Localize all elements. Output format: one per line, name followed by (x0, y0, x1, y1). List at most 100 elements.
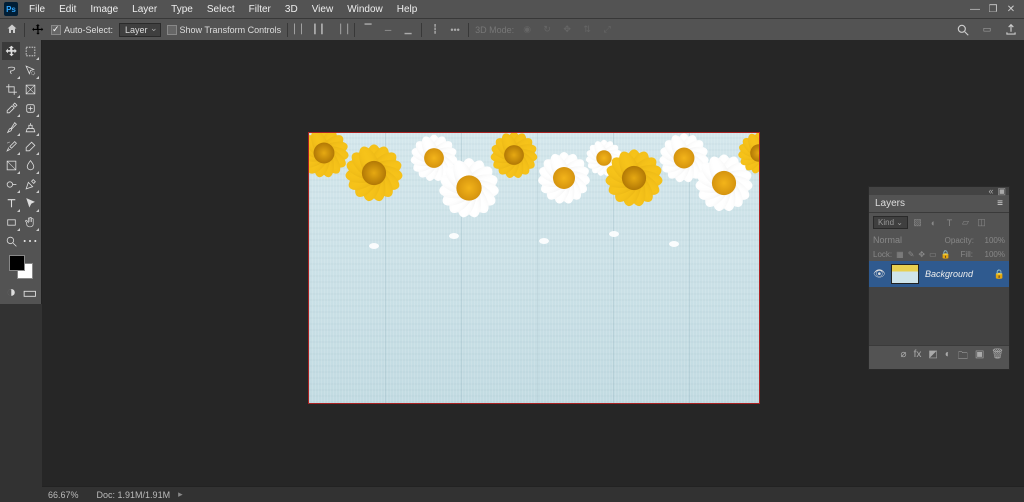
blur-tool[interactable] (21, 156, 39, 174)
edit-toolbar-icon[interactable]: ⋯ (21, 232, 39, 250)
zoom-tool[interactable] (2, 232, 20, 250)
move-tool[interactable] (2, 42, 20, 60)
align-left-icon[interactable]: ▏▏ (294, 23, 308, 37)
window-minimize-button[interactable]: — (966, 4, 984, 15)
menu-image[interactable]: Image (83, 4, 125, 15)
layer-visibility-icon[interactable]: 👁 (873, 269, 885, 280)
panel-close-icon[interactable]: ▣ (997, 186, 1006, 197)
menu-filter[interactable]: Filter (242, 4, 278, 15)
lock-position-icon[interactable]: ✥ (918, 250, 925, 259)
menu-select[interactable]: Select (200, 4, 242, 15)
gradient-tool[interactable] (2, 156, 20, 174)
checkbox-icon (167, 25, 177, 35)
quick-selection-tool[interactable] (21, 61, 39, 79)
align-center-h-icon[interactable]: ▎▎ (314, 23, 328, 37)
tool-panel: ⋯ ◑ ▭ (0, 40, 42, 304)
screen-mode-icon[interactable]: ▭ (23, 286, 37, 300)
doc-size-readout[interactable]: Doc: 1.91M/1.91M▸ (97, 489, 183, 500)
filter-type-icon[interactable]: T (943, 216, 956, 229)
panel-menu-icon[interactable]: ≡ (997, 198, 1003, 209)
align-right-icon[interactable]: ▕▕ (334, 23, 348, 37)
auto-select-checkbox[interactable]: Auto-Select: (51, 25, 113, 35)
menu-layer[interactable]: Layer (125, 4, 164, 15)
collapse-icon[interactable]: « (988, 186, 993, 196)
layer-group-icon[interactable]: 🗀 (958, 349, 968, 366)
layers-panel: «▣ Layers ≡ Kind ⌄ ▧ ◐ T ▱ ◫ Normal Opac… (868, 186, 1010, 370)
options-bar: Auto-Select: Layer Show Transform Contro… (0, 18, 1024, 40)
layer-name[interactable]: Background (925, 269, 973, 279)
filter-pixel-icon[interactable]: ▧ (911, 216, 924, 229)
lock-all-icon[interactable]: 🔒 (941, 250, 951, 259)
zoom-readout[interactable]: 66.67% (48, 490, 79, 500)
share-icon[interactable] (1004, 23, 1018, 37)
3d-pan-icon[interactable]: ✥ (560, 23, 574, 37)
workspace-icon[interactable]: ▭ (980, 23, 994, 37)
menu-edit[interactable]: Edit (52, 4, 83, 15)
rectangle-tool[interactable] (2, 213, 20, 231)
layer-fx-icon[interactable]: fx (914, 349, 922, 366)
menu-view[interactable]: View (305, 4, 341, 15)
color-swatches[interactable] (2, 251, 39, 283)
brush-tool[interactable] (2, 118, 20, 136)
crop-tool[interactable] (2, 80, 20, 98)
panel-grip[interactable]: «▣ (869, 187, 1009, 195)
3d-slide-icon[interactable]: ⇅ (580, 23, 594, 37)
lock-transparency-icon[interactable]: ▦ (896, 250, 904, 259)
menu-help[interactable]: Help (390, 4, 425, 15)
filter-smart-icon[interactable]: ◫ (975, 216, 988, 229)
align-top-icon[interactable]: ▔ (361, 23, 375, 37)
foreground-color-swatch[interactable] (9, 255, 25, 271)
menu-file[interactable]: File (22, 4, 52, 15)
blend-mode-dropdown[interactable]: Normal (873, 235, 942, 245)
fill-label: Fill: (961, 250, 973, 259)
marquee-tool[interactable] (21, 42, 39, 60)
pen-tool[interactable] (21, 175, 39, 193)
more-icon[interactable]: ••• (448, 23, 462, 37)
menu-window[interactable]: Window (340, 4, 390, 15)
fill-input[interactable] (977, 250, 1005, 259)
lasso-tool[interactable] (2, 61, 20, 79)
hand-tool[interactable] (21, 213, 39, 231)
new-layer-icon[interactable]: ▣ (975, 349, 984, 366)
eyedropper-tool[interactable] (2, 99, 20, 117)
healing-brush-tool[interactable] (21, 99, 39, 117)
filter-shape-icon[interactable]: ▱ (959, 216, 972, 229)
frame-tool[interactable] (21, 80, 39, 98)
link-layers-icon[interactable]: ⌀ (901, 349, 907, 366)
3d-orbit-icon[interactable]: ◉ (520, 23, 534, 37)
document-canvas[interactable] (308, 132, 760, 404)
filter-kind-dropdown[interactable]: Kind ⌄ (873, 216, 908, 229)
eraser-tool[interactable] (21, 137, 39, 155)
align-center-v-icon[interactable]: ─ (381, 23, 395, 37)
auto-select-dropdown[interactable]: Layer (119, 23, 161, 37)
path-selection-tool[interactable] (21, 194, 39, 212)
layer-lock-icon[interactable]: 🔒 (994, 269, 1005, 280)
delete-layer-icon[interactable]: 🗑 (991, 349, 1004, 366)
type-tool[interactable] (2, 194, 20, 212)
distribute-icon[interactable]: ┇ (428, 23, 442, 37)
adjustment-layer-icon[interactable]: ◐ (945, 349, 951, 366)
history-brush-tool[interactable] (2, 137, 20, 155)
layer-row[interactable]: 👁 Background 🔒 (869, 261, 1009, 287)
layer-list: 👁 Background 🔒 (869, 261, 1009, 345)
quick-mask-icon[interactable]: ◑ (4, 286, 18, 300)
clone-stamp-tool[interactable] (21, 118, 39, 136)
menu-bar: Ps File Edit Image Layer Type Select Fil… (0, 0, 1024, 18)
layer-mask-icon[interactable]: ◩ (928, 349, 937, 366)
home-icon[interactable] (6, 23, 18, 37)
opacity-input[interactable] (977, 236, 1005, 245)
lock-artboard-icon[interactable]: ▭ (929, 250, 937, 259)
lock-image-icon[interactable]: ✎ (908, 250, 915, 259)
window-close-button[interactable]: ✕ (1002, 4, 1020, 15)
layer-thumbnail[interactable] (891, 264, 919, 284)
show-transform-checkbox[interactable]: Show Transform Controls (167, 25, 282, 35)
filter-adjustment-icon[interactable]: ◐ (927, 216, 940, 229)
menu-3d[interactable]: 3D (278, 4, 305, 15)
window-restore-button[interactable]: ❐ (984, 4, 1002, 15)
menu-type[interactable]: Type (164, 4, 200, 15)
search-icon[interactable] (956, 23, 970, 37)
align-bottom-icon[interactable]: ▁ (401, 23, 415, 37)
dodge-tool[interactable] (2, 175, 20, 193)
3d-scale-icon[interactable]: ⤢ (600, 23, 614, 37)
3d-roll-icon[interactable]: ↻ (540, 23, 554, 37)
